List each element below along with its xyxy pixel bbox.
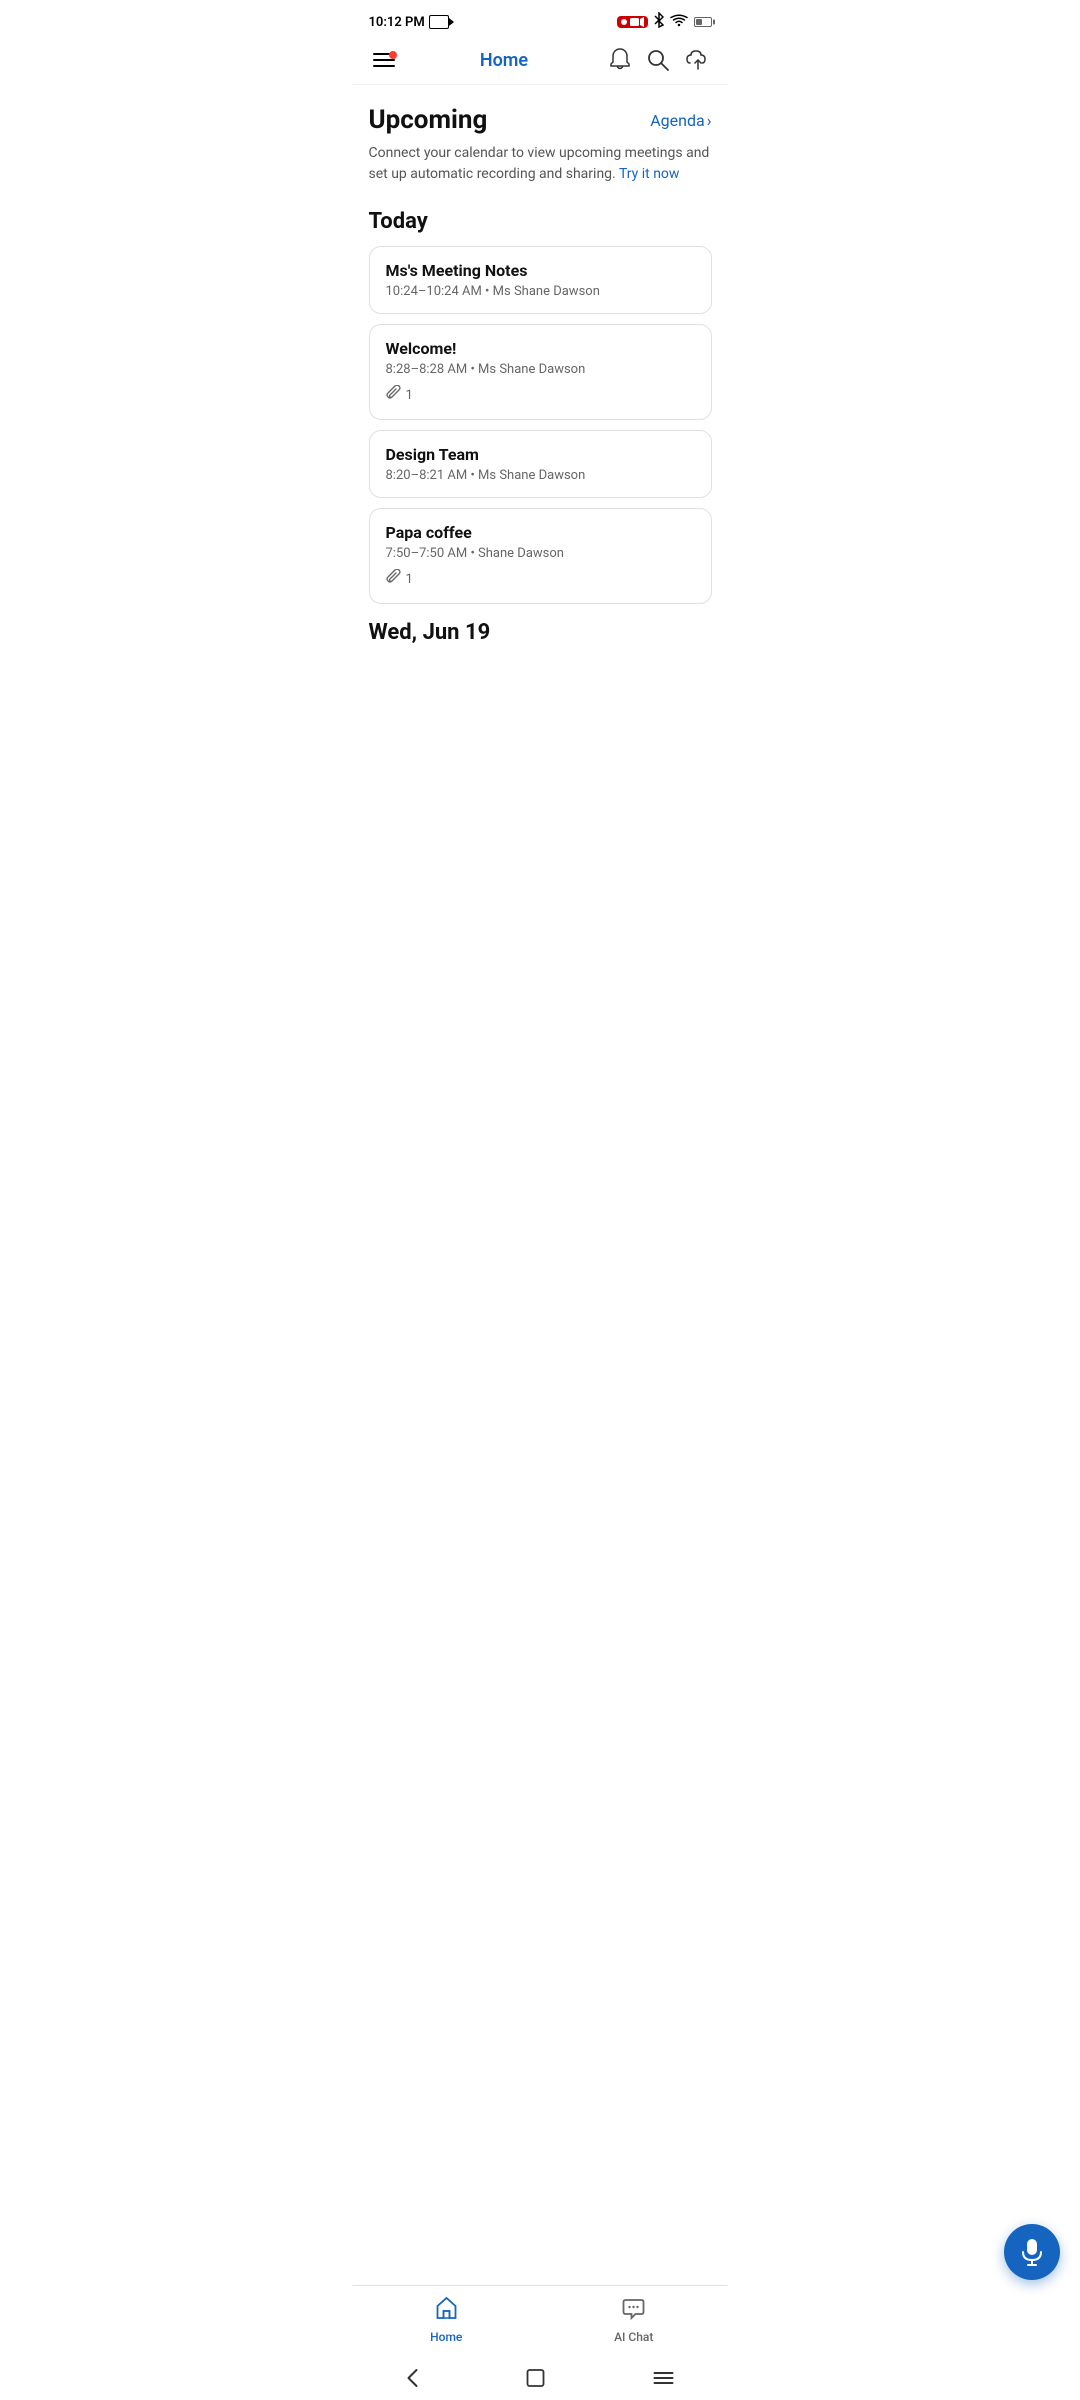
system-nav [353, 2356, 728, 2400]
nav-item-ai-chat[interactable]: AI Chat [594, 2296, 674, 2344]
meeting-card-0[interactable]: Ms's Meeting Notes 10:24–10:24 AM • Ms S… [369, 246, 712, 314]
wednesday-title: Wed, Jun 19 [369, 620, 712, 645]
home-system-button[interactable] [511, 2361, 561, 2395]
square-icon [527, 2369, 545, 2387]
today-title: Today [369, 209, 712, 234]
home-icon [434, 2296, 458, 2326]
status-left: 10:12 PM [369, 15, 449, 30]
back-icon [407, 2368, 419, 2388]
bottom-nav: Home AI Chat [353, 2285, 728, 2356]
home-svg [434, 2296, 458, 2320]
microphone-icon [1020, 2238, 1044, 2266]
microphone-fab[interactable] [1004, 2224, 1060, 2280]
nav-item-home[interactable]: Home [406, 2296, 486, 2344]
meeting-title-1: Welcome! [386, 339, 695, 358]
recording-badge [617, 16, 648, 28]
header-title: Home [480, 50, 528, 71]
chevron-right-icon: › [707, 111, 712, 130]
agenda-label: Agenda [650, 111, 704, 130]
battery-icon [694, 17, 712, 27]
meeting-card-2[interactable]: Design Team 8:20–8:21 AM • Ms Shane Daws… [369, 430, 712, 498]
status-time: 10:12 PM [369, 15, 425, 30]
meeting-meta-1: 8:28–8:28 AM • Ms Shane Dawson [386, 362, 695, 377]
menu-line-2 [373, 59, 395, 61]
meeting-title-2: Design Team [386, 445, 695, 464]
screen-record-icon [429, 15, 449, 29]
meeting-meta-3: 7:50–7:50 AM • Shane Dawson [386, 546, 695, 561]
main-content: Upcoming Agenda › Connect your calendar … [353, 85, 728, 745]
back-button[interactable] [391, 2360, 435, 2396]
video-cam-icon [630, 17, 644, 27]
clip-icon [386, 385, 402, 401]
meeting-attachments-3: 1 [386, 569, 695, 589]
status-bar: 10:12 PM [353, 0, 728, 40]
header-icons [609, 48, 711, 72]
nav-label-ai-chat: AI Chat [614, 2330, 653, 2344]
menu-line-3 [373, 65, 395, 67]
header: Home [353, 40, 728, 85]
ai-chat-icon [622, 2296, 646, 2326]
rec-dot [621, 19, 627, 25]
meeting-title-3: Papa coffee [386, 523, 695, 542]
recents-button[interactable] [637, 2363, 689, 2393]
status-right [617, 12, 712, 32]
upload-icon [685, 49, 711, 71]
meeting-meta-0: 10:24–10:24 AM • Ms Shane Dawson [386, 284, 695, 299]
meeting-meta-2: 8:20–8:21 AM • Ms Shane Dawson [386, 468, 695, 483]
attachment-icon-1 [386, 385, 402, 405]
attachment-count-1: 1 [406, 388, 413, 403]
battery-fill [696, 19, 702, 25]
attachment-count-3: 1 [406, 572, 413, 587]
meeting-card-1[interactable]: Welcome! 8:28–8:28 AM • Ms Shane Dawson … [369, 324, 712, 420]
upcoming-header: Upcoming Agenda › [369, 105, 712, 135]
wifi-icon [670, 13, 688, 31]
menu-button[interactable] [369, 49, 399, 71]
upcoming-title: Upcoming [369, 105, 488, 135]
chat-svg [622, 2296, 646, 2320]
recents-icon [653, 2371, 673, 2385]
try-it-now-link[interactable]: Try it now [619, 166, 680, 182]
search-button[interactable] [647, 49, 669, 71]
menu-notification-dot [389, 51, 397, 59]
agenda-link[interactable]: Agenda › [650, 111, 711, 130]
bell-icon [609, 48, 631, 72]
wifi-svg [670, 13, 688, 27]
meeting-title-0: Ms's Meeting Notes [386, 261, 695, 280]
bluetooth-icon [654, 12, 664, 32]
attachment-icon-3 [386, 569, 402, 589]
bluetooth-svg [654, 12, 664, 28]
notification-button[interactable] [609, 48, 631, 72]
meeting-attachments-1: 1 [386, 385, 695, 405]
clip-icon-3 [386, 569, 402, 585]
upload-button[interactable] [685, 49, 711, 71]
meeting-card-3[interactable]: Papa coffee 7:50–7:50 AM • Shane Dawson … [369, 508, 712, 604]
nav-label-home: Home [430, 2330, 462, 2344]
search-icon [647, 49, 669, 71]
upcoming-description: Connect your calendar to view upcoming m… [369, 143, 712, 185]
